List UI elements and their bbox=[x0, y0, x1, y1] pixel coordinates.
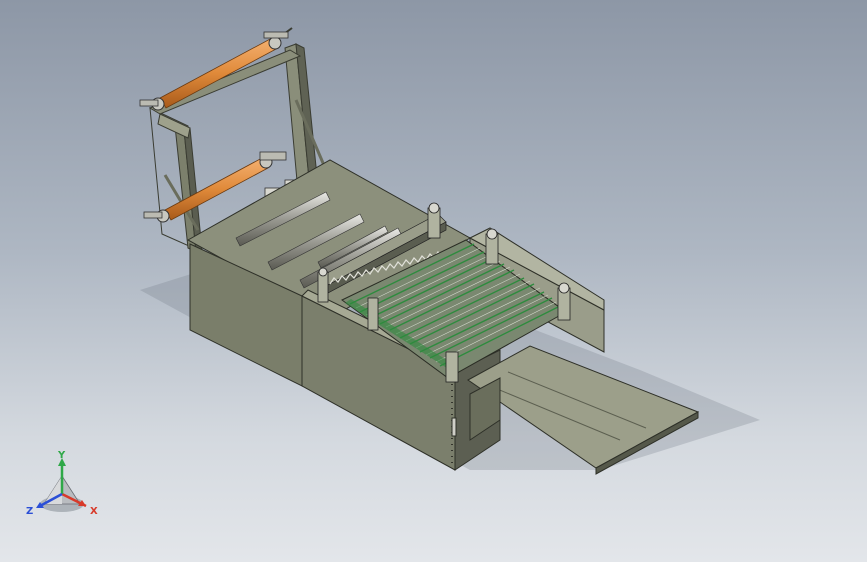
x-axis-label: X bbox=[90, 506, 98, 517]
cad-viewport[interactable]: X Y Z bbox=[0, 0, 867, 562]
upper-unwind-roller bbox=[139, 31, 289, 111]
z-axis-label: Z bbox=[26, 506, 33, 517]
coordinate-triad: X Y Z bbox=[26, 450, 98, 517]
y-axis-label: Y bbox=[57, 450, 66, 461]
3d-model-view[interactable] bbox=[0, 0, 867, 562]
